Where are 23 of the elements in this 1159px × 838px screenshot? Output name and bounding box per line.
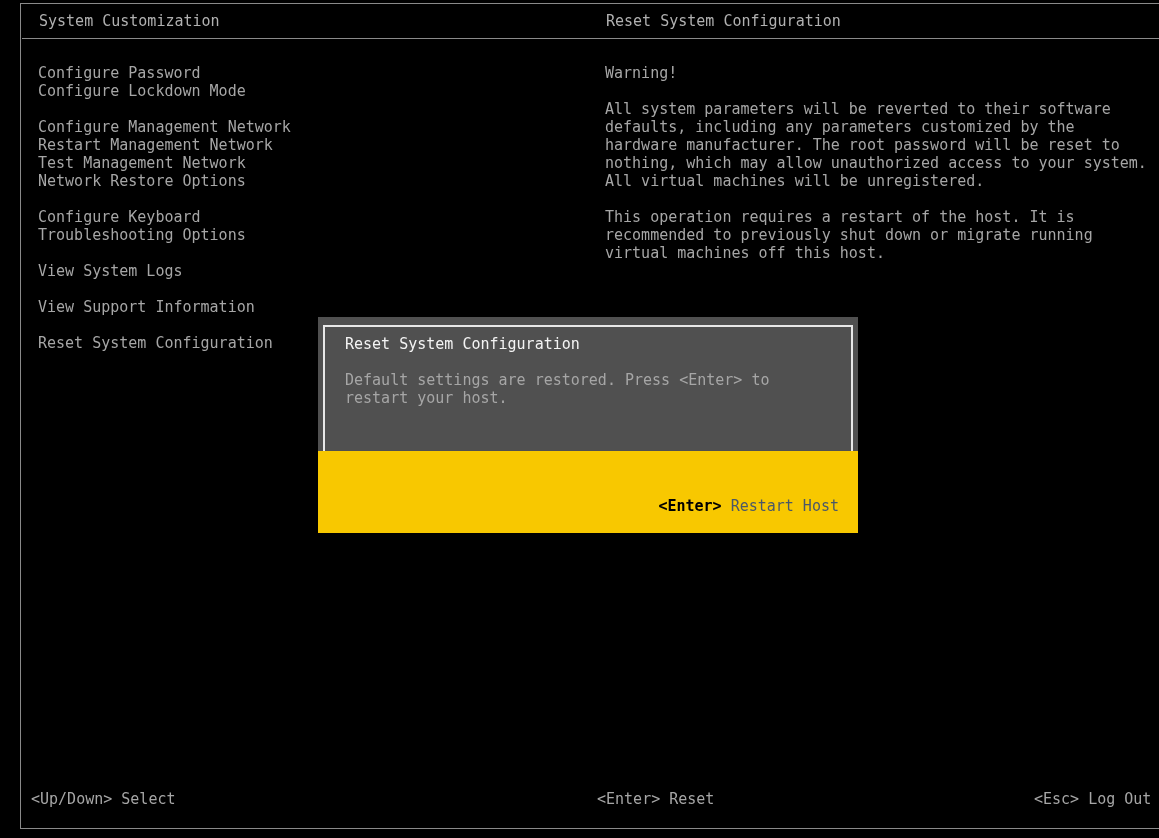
menu-item[interactable]: Configure Password: [38, 64, 201, 82]
menu-item[interactable]: Reset System Configuration: [38, 334, 273, 352]
menu-item[interactable]: View Support Information: [38, 298, 255, 316]
dialog-message: Default settings are restored. Press <Enter> to restart your host.: [345, 371, 770, 407]
key-hint: <Enter> Reset: [597, 790, 716, 808]
restart-host-action[interactable]: Restart Host: [730, 497, 839, 515]
warning-paragraph: All system parameters will be reverted to their software defaults, including any parameters customized by the hardware manufacturer. The root password will be reset to nothing, which may allow unauthorized access to your system. All virtual machines will be unregistered.: [605, 100, 1147, 190]
key-hint: <Up/Down> Select: [31, 790, 177, 808]
panel-title: Reset System Configuration: [606, 12, 842, 30]
menu-item[interactable]: Test Management Network: [38, 154, 246, 172]
key-label: <Enter>: [658, 497, 722, 515]
menu-item[interactable]: Configure Management Network: [38, 118, 291, 136]
panel-title: System Customization: [39, 12, 221, 30]
warning-paragraph: This operation requires a restart of the host. It is recommended to previously shut down or migrate running virtual machines off this host.: [605, 208, 1093, 262]
warning-heading: Warning!: [605, 64, 678, 82]
menu-item[interactable]: Restart Management Network: [38, 136, 273, 154]
menu-item[interactable]: Network Restore Options: [38, 172, 246, 190]
menu-item[interactable]: Configure Lockdown Mode: [38, 82, 246, 100]
menu-item[interactable]: Troubleshooting Options: [38, 226, 246, 244]
menu-item[interactable]: Configure Keyboard: [38, 208, 201, 226]
dialog-title: Reset System Configuration: [345, 335, 580, 353]
key-hint: <Esc> Log Out: [1034, 790, 1152, 808]
menu-item[interactable]: View System Logs: [38, 262, 183, 280]
